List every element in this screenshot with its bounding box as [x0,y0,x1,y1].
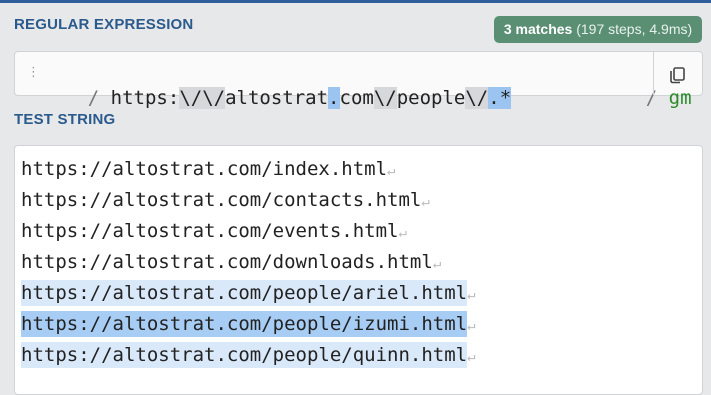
regex-token-esc[interactable]: \/ [465,87,489,109]
copy-regex-button[interactable] [666,63,690,85]
newline-icon: ↵ [432,256,442,272]
newline-icon: ↵ [398,225,407,241]
regex-editor[interactable]: ⋮ / https:\/\/altostrat.com\/people\/.* … [14,51,703,109]
test-line-text: https://altostrat.com/people/izumi.html [21,311,468,337]
regex-token-esc[interactable]: \/ [373,87,397,109]
regex-flags[interactable]: gm [669,87,692,109]
test-line-text: https://altostrat.com/events.html [21,220,399,242]
regex-token-plain[interactable]: altostrat [225,87,328,109]
regex-open-delimiter: / [87,87,100,109]
regex-pattern[interactable]: https:\/\/altostrat.com\/people\/.* [111,87,512,109]
match-status-badge: 3 matches (197 steps, 4.9ms) [494,16,702,43]
newline-icon: ↵ [467,318,476,334]
test-line[interactable]: https://altostrat.com/events.html↵ [21,216,476,247]
drag-handle-icon[interactable]: ⋮ [27,63,40,83]
test-line-match[interactable]: https://altostrat.com/people/ariel.html↵ [21,278,476,309]
test-line-match[interactable]: https://altostrat.com/people/quinn.html↵ [21,340,476,371]
regex-token-plain[interactable]: https: [111,87,180,109]
regex-token-plain[interactable]: com [340,87,374,109]
test-string-editor[interactable]: https://altostrat.com/index.html↵ https:/… [14,145,703,395]
newline-icon: ↵ [467,349,476,365]
test-string-lines[interactable]: https://altostrat.com/index.html↵ https:/… [21,154,476,371]
test-line-text: https://altostrat.com/people/ariel.html [21,280,468,306]
regex-section-title: REGULAR EXPRESSION [14,16,194,33]
regex-token-esc[interactable]: \/ [202,87,226,109]
copy-icon [670,67,685,84]
test-string-section-title: TEST STRING [14,111,116,128]
newline-icon: ↵ [467,287,476,303]
match-detail: (197 steps, 4.9ms) [576,21,693,37]
test-line[interactable]: https://altostrat.com/downloads.html↵ [21,247,476,278]
test-line-text: https://altostrat.com/contacts.html [21,189,422,211]
test-line-text: https://altostrat.com/people/quinn.html [21,342,468,368]
newline-icon: ↵ [421,194,430,210]
test-line[interactable]: https://altostrat.com/index.html↵ [21,154,476,185]
copy-divider [653,52,654,95]
regex-token-hl[interactable]: .* [488,87,512,109]
test-line-text: https://altostrat.com/index.html [21,158,388,180]
test-line-match[interactable]: https://altostrat.com/people/izumi.html↵ [21,309,476,340]
test-line[interactable]: https://altostrat.com/contacts.html↵ [21,185,476,216]
regex-token-plain[interactable]: people [397,87,466,109]
top-accent-bar [0,0,711,3]
newline-icon: ↵ [387,163,396,179]
match-count: 3 matches [503,21,573,37]
regex-token-hl[interactable]: . [328,87,340,109]
regex-close-delimiter: / [645,87,658,109]
test-line-text: https://altostrat.com/downloads.html [21,251,433,273]
regex-token-esc[interactable]: \/ [179,87,203,109]
